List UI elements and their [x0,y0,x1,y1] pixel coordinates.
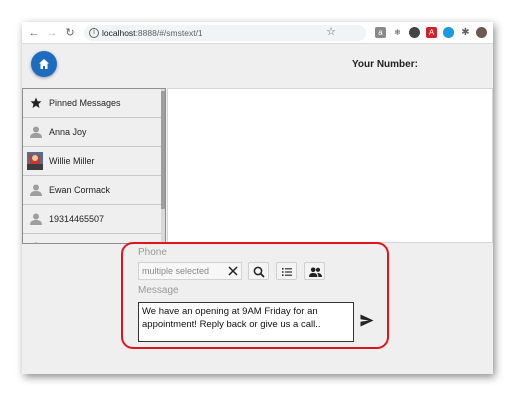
sidebar-item-label: Ewan Cormack [49,185,111,195]
sidebar-item-19314465507[interactable]: 19314465507 [23,205,163,234]
your-number-label: Your Number: [352,59,418,70]
search-button[interactable] [248,262,269,280]
person-icon [30,126,42,138]
send-icon[interactable] [360,314,374,327]
star-icon [30,97,42,108]
message-thread-pane [167,88,493,243]
sidebar-item-label: Willie Miller [49,156,95,166]
extension-snowflake-icon[interactable]: ❄ [392,27,403,38]
group-icon [309,267,322,277]
sidebar-item-label: Pinned Messages [49,98,121,108]
info-icon[interactable]: i [89,28,99,38]
forward-icon[interactable]: → [45,26,59,40]
scrollbar-thumb[interactable] [161,91,165,209]
sidebar-item-label: 19314465507 [49,214,105,224]
home-icon [39,59,49,69]
message-label: Message [138,285,179,296]
bookmark-star-icon[interactable]: ☆ [324,25,338,39]
search-icon [253,266,265,278]
list-icon [282,268,292,276]
contacts-group-button[interactable] [304,262,325,280]
browser-toolbar: ← → ↻ i localhost:8888/#/smstext/1 ☆ a ❄… [22,22,493,44]
clear-icon[interactable] [227,265,239,277]
back-icon[interactable]: ← [27,26,41,40]
sidebar-item-willie-miller[interactable]: Willie Miller [23,147,163,176]
person-icon [30,184,42,196]
message-textarea[interactable]: We have an opening at 9AM Friday for an … [138,302,354,342]
photo-avatar [27,152,43,170]
person-icon [34,242,38,243]
extension-circle-icon[interactable] [409,27,420,38]
phone-label: Phone [138,247,167,258]
contact-list: Pinned Messages Anna Joy Willie Miller E… [22,88,166,244]
person-icon [30,213,42,225]
extension-translate-icon[interactable]: a [375,27,386,38]
sidebar-item-pinned-messages[interactable]: Pinned Messages [23,89,163,118]
extension-cloud-icon[interactable] [443,27,454,38]
browser-window: ← → ↻ i localhost:8888/#/smstext/1 ☆ a ❄… [22,22,493,374]
reload-icon[interactable]: ↻ [63,26,77,40]
sidebar-item-label: Anna Joy [49,127,87,137]
sidebar-item-ewan-cormack[interactable]: Ewan Cormack [23,176,163,205]
extensions-puzzle-icon[interactable]: ✱ [460,27,471,38]
url-path: :8888/#/smstext/1 [135,28,203,38]
sidebar-item-anna-joy[interactable]: Anna Joy [23,118,163,147]
list-button[interactable] [276,262,297,280]
url-host: localhost [102,28,136,38]
sidebar-item-label: 13157995535 [49,243,104,244]
extension-pdf-icon[interactable]: A [426,27,437,38]
browser-menu-icon[interactable]: ⋮ [490,26,493,40]
profile-avatar[interactable] [476,27,487,38]
home-button[interactable] [31,51,57,77]
phone-input-value: multiple selected [142,266,210,276]
contact-list-scrollbar[interactable] [161,89,165,243]
